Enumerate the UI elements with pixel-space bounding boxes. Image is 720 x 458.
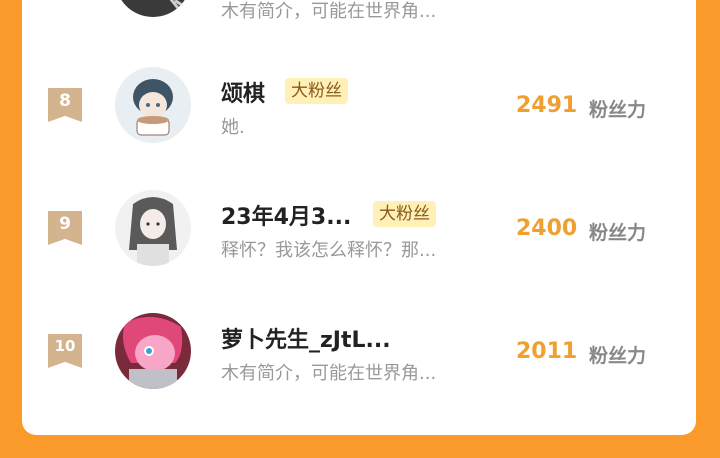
fan-power-label: 粉丝力 [589,345,647,367]
rank-badge: 8 [48,88,82,122]
user-bio: 释怀？我该怎么释怀？那... [221,240,437,261]
user-name[interactable]: 萝卜先生_zJtL... [221,322,391,354]
avatar-image [115,67,191,143]
user-bio: 木有简介，可能在世界角... [221,363,437,384]
avatar[interactable] [115,67,191,143]
fan-power-label: 粉丝力 [589,222,647,244]
user-name[interactable]: 颂棋 [221,76,265,108]
list-item[interactable]: 木有简介，可能在世界角... [22,0,696,41]
avatar[interactable] [115,0,191,17]
avatar[interactable] [115,190,191,266]
fan-power-score: 2400 [516,216,578,241]
user-bio: 木有简介，可能在世界角... [221,1,437,22]
rank-badge: 10 [48,334,82,368]
list-item[interactable]: 9 23年4月3... 大粉丝 释怀？我该怎么释怀？那... 2400 粉丝力 [22,183,696,283]
list-item[interactable]: 8 颂棋 大粉丝 她. 2491 粉丝力 [22,60,696,160]
avatar-image [115,0,191,17]
avatar-image [115,313,191,389]
fan-power-score: 2491 [516,93,578,118]
user-name[interactable]: 23年4月3... [221,199,351,231]
fan-ranking-card: 木有简介，可能在世界角... 8 颂棋 大粉丝 她. 2491 粉丝力 9 23… [22,0,696,435]
user-bio: 她. [221,117,245,138]
avatar-image [115,190,191,266]
fan-power-score: 2011 [516,339,578,364]
fan-level-badge: 大粉丝 [373,201,436,227]
list-item[interactable]: 10 萝卜先生_zJtL... 木有简介，可能在世界角... 2011 粉丝力 [22,306,696,406]
avatar[interactable] [115,313,191,389]
rank-badge: 9 [48,211,82,245]
fan-level-badge: 大粉丝 [285,78,348,104]
fan-power-label: 粉丝力 [589,99,647,121]
